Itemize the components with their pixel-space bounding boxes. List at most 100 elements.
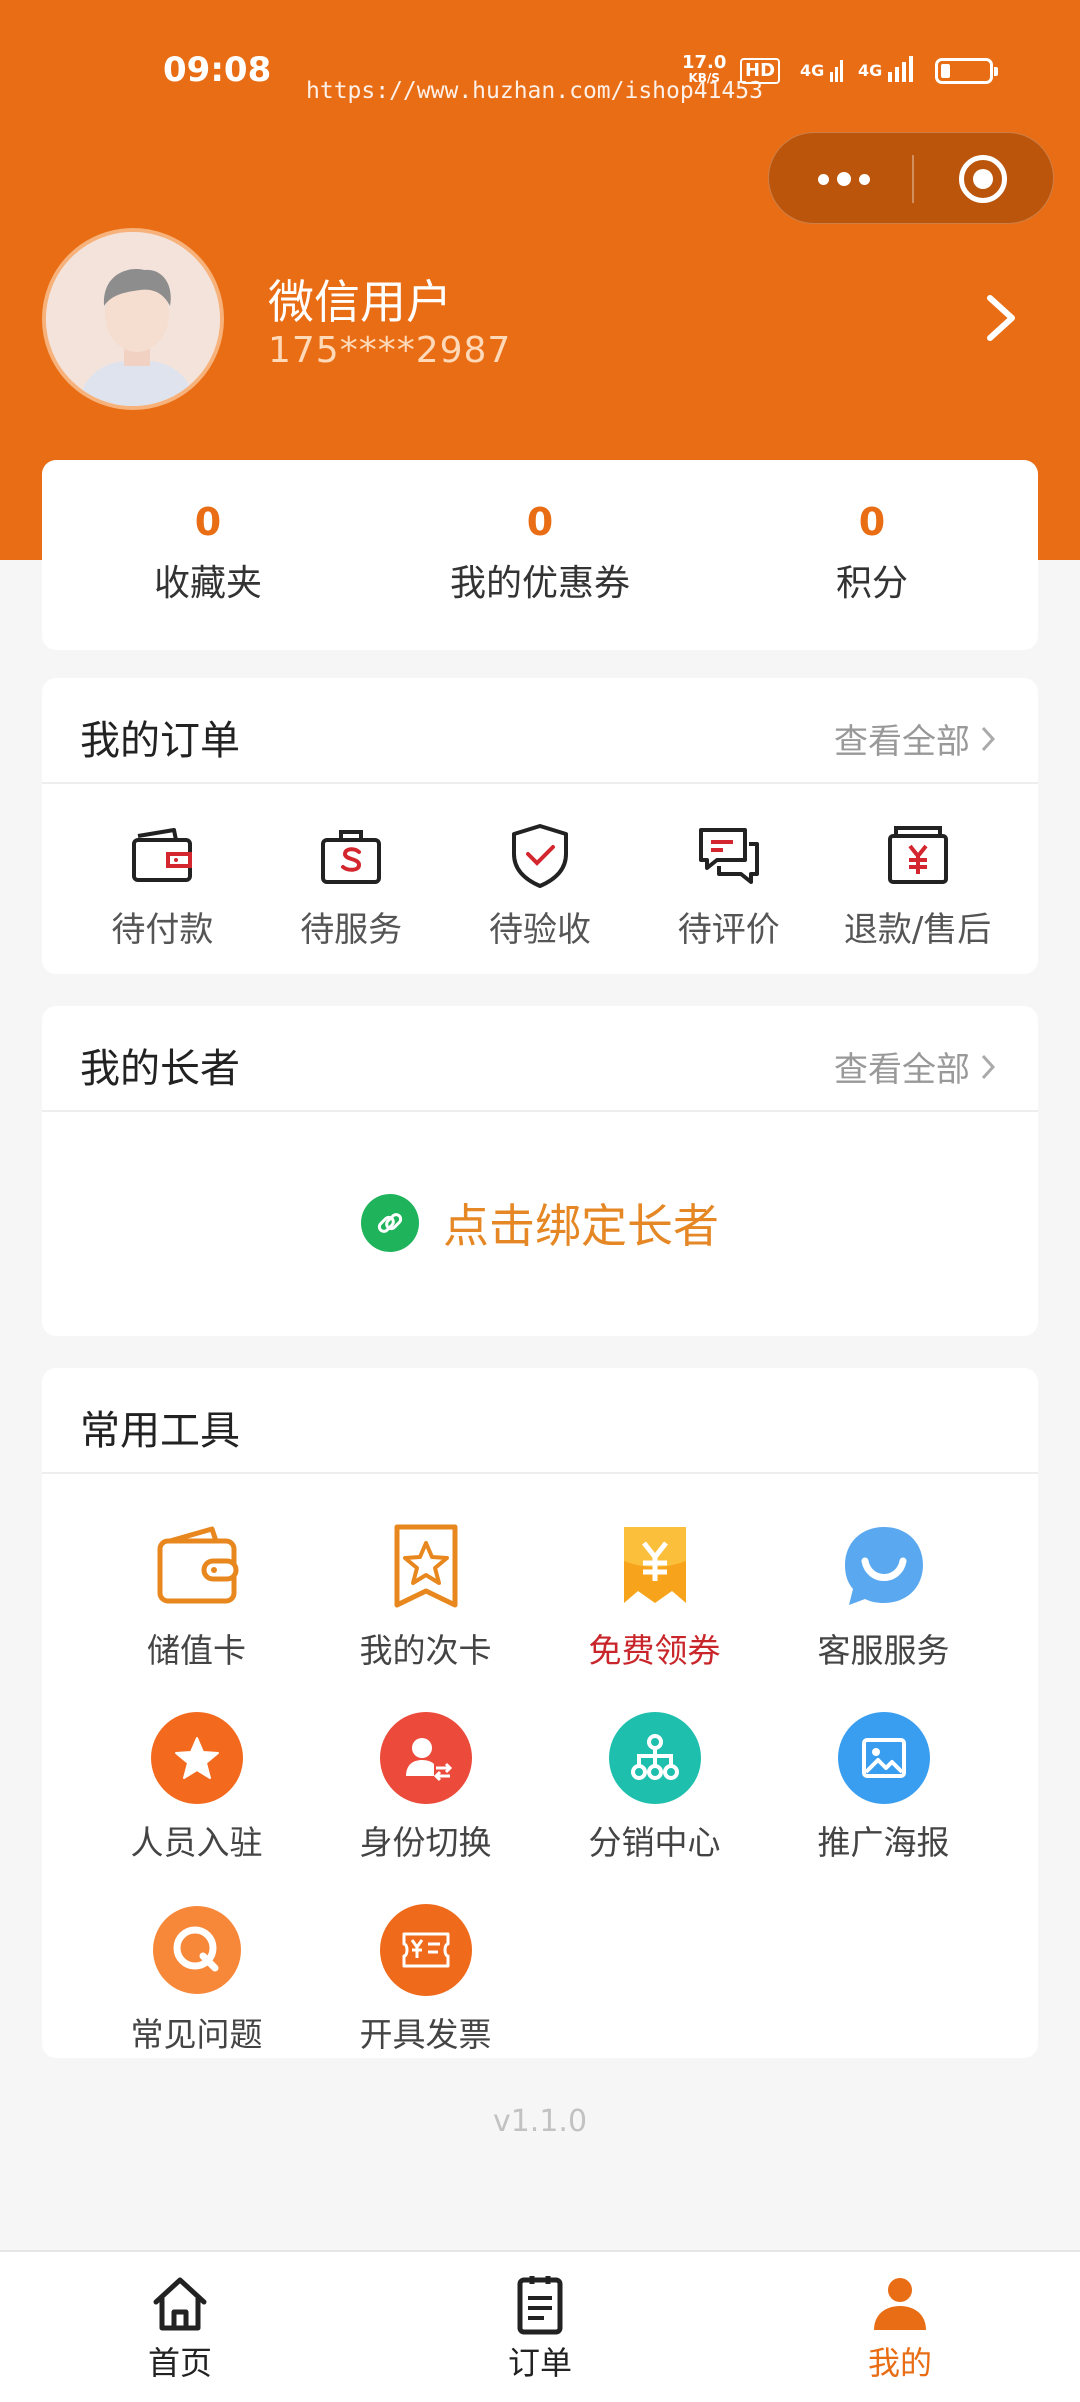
stat-label: 收藏夹 xyxy=(153,563,262,604)
shield-check-icon xyxy=(511,824,568,888)
star-bookmark-icon xyxy=(378,1518,474,1614)
tool-free-coupon[interactable]: 免费领券 xyxy=(540,1518,769,1672)
phone-number: 175****2987 xyxy=(268,330,512,371)
tab-label: 首页 xyxy=(147,2344,212,2382)
tool-label: 免费领券 xyxy=(588,1631,721,1670)
close-mini-program-button[interactable] xyxy=(959,155,1007,203)
order-label: 待验收 xyxy=(488,910,591,950)
order-label: 待付款 xyxy=(111,910,214,950)
stat-value: 0 xyxy=(526,500,554,544)
orders-title: 我的订单 xyxy=(80,718,240,764)
order-label: 待服务 xyxy=(300,910,403,950)
stored-value-card-icon xyxy=(149,1518,245,1614)
signal-1-icon: 4G xyxy=(800,56,846,82)
watermark-url: https://www.huzhan.com/ishop41453 xyxy=(306,78,763,104)
stat-coupons[interactable]: 0 我的优惠券 xyxy=(374,460,706,650)
tool-label: 人员入驻 xyxy=(130,1823,263,1862)
poster-image-icon xyxy=(836,1710,932,1806)
elders-view-all-link[interactable]: 查看全部 xyxy=(834,1042,998,1091)
link-icon xyxy=(361,1194,419,1252)
tool-label: 客服服务 xyxy=(817,1631,950,1670)
wallet-icon xyxy=(132,828,193,882)
order-list-icon xyxy=(517,2276,563,2335)
tool-customer-service[interactable]: 客服服务 xyxy=(769,1518,998,1672)
stats-card: 0 收藏夹 0 我的优惠券 0 积分 xyxy=(42,460,1038,650)
tab-mine[interactable]: 我的 xyxy=(720,2252,1080,2402)
chat-bubble-icon xyxy=(698,828,759,884)
status-bar: 09:08 17.0 KB/S HD 4G 4G https://www.huz… xyxy=(0,0,1080,130)
tab-home[interactable]: 首页 xyxy=(0,2252,360,2402)
home-icon xyxy=(153,2277,207,2331)
order-label: 退款/售后 xyxy=(843,910,992,950)
tool-distribution-center[interactable]: 分销中心 xyxy=(540,1710,769,1864)
orders-card: 我的订单 查看全部 待付款 待服务 待验收 待评价 退款/售后 xyxy=(42,678,1038,974)
stat-favorites[interactable]: 0 收藏夹 xyxy=(42,460,374,650)
stat-label: 积分 xyxy=(835,563,908,604)
order-pending-service[interactable]: 待服务 xyxy=(261,820,441,951)
stat-label: 我的优惠券 xyxy=(449,563,630,604)
tool-stored-value-card[interactable]: 储值卡 xyxy=(82,1518,311,1672)
service-bag-icon xyxy=(321,830,382,884)
tool-staff-onboarding[interactable]: 人员入驻 xyxy=(82,1710,311,1864)
signal-1-label: 4G xyxy=(800,61,825,80)
more-menu-button[interactable] xyxy=(809,161,879,197)
elders-title: 我的长者 xyxy=(80,1046,240,1092)
order-pending-payment[interactable]: 待付款 xyxy=(72,820,252,951)
avatar-image-icon xyxy=(46,232,220,406)
mini-program-capsule xyxy=(768,132,1054,224)
tools-card: 常用工具 储值卡 我的次卡 免费领券 客服服务 人员入驻 身份切换 分销中心 推… xyxy=(42,1368,1038,2058)
tool-label: 储值卡 xyxy=(147,1631,246,1670)
stat-value: 0 xyxy=(858,500,886,544)
tool-label: 开具发票 xyxy=(359,2015,492,2054)
battery-icon xyxy=(935,58,998,84)
signal-bars-icon xyxy=(829,60,843,82)
orders-header: 我的订单 查看全部 xyxy=(42,678,1038,784)
refund-yen-icon xyxy=(887,826,948,884)
invoice-icon xyxy=(378,1902,474,1998)
stat-value: 0 xyxy=(194,500,222,544)
tool-label: 我的次卡 xyxy=(359,1631,492,1670)
customer-service-icon xyxy=(836,1518,932,1614)
tool-label: 分销中心 xyxy=(588,1823,721,1862)
tools-header: 常用工具 xyxy=(42,1368,1038,1474)
switch-identity-icon xyxy=(378,1710,474,1806)
tool-issue-invoice[interactable]: 开具发票 xyxy=(311,1902,540,2056)
order-pending-review[interactable]: 待评价 xyxy=(639,820,819,951)
elders-card: 我的长者 查看全部 点击绑定长者 xyxy=(42,1006,1038,1336)
tab-label: 我的 xyxy=(867,2344,932,2382)
orders-view-all-link[interactable]: 查看全部 xyxy=(834,714,998,763)
status-time: 09:08 xyxy=(163,50,272,90)
signal-2-label: 4G xyxy=(858,61,883,80)
order-label: 待评价 xyxy=(677,910,780,950)
network-speed-value: 17.0 xyxy=(682,52,727,73)
chevron-right-icon xyxy=(981,1054,996,1079)
order-refund-aftersale[interactable]: 退款/售后 xyxy=(828,820,1008,951)
tool-label: 身份切换 xyxy=(359,1823,492,1862)
bottom-tab-bar: 首页 订单 我的 xyxy=(0,2250,1080,2402)
chevron-right-icon[interactable] xyxy=(970,288,1030,348)
tool-promo-poster[interactable]: 推广海报 xyxy=(769,1710,998,1864)
tool-faq[interactable]: 常见问题 xyxy=(82,1902,311,2056)
username: 微信用户 xyxy=(268,275,452,329)
avatar[interactable] xyxy=(42,228,224,410)
tools-title: 常用工具 xyxy=(80,1408,240,1454)
tool-label: 常见问题 xyxy=(130,2015,263,2054)
tab-orders[interactable]: 订单 xyxy=(360,2252,720,2402)
star-circle-icon xyxy=(149,1710,245,1806)
signal-2-icon: 4G xyxy=(858,56,918,82)
yen-coupon-icon xyxy=(607,1518,703,1614)
tool-switch-identity[interactable]: 身份切换 xyxy=(311,1710,540,1864)
order-pending-acceptance[interactable]: 待验收 xyxy=(450,820,630,951)
distribution-icon xyxy=(607,1710,703,1806)
tool-label: 推广海报 xyxy=(817,1823,950,1862)
chevron-right-icon xyxy=(981,726,996,751)
stat-points[interactable]: 0 积分 xyxy=(706,460,1038,650)
bind-elder-button[interactable]: 点击绑定长者 xyxy=(42,1110,1038,1336)
capsule-divider xyxy=(912,155,914,203)
view-all-label: 查看全部 xyxy=(834,722,970,762)
signal-bars-icon xyxy=(887,56,913,82)
tab-label: 订单 xyxy=(507,2344,572,2382)
profile-header[interactable]: 微信用户 175****2987 xyxy=(42,228,1042,410)
app-version: v1.1.0 xyxy=(492,2104,588,2139)
tool-my-punch-card[interactable]: 我的次卡 xyxy=(311,1518,540,1672)
